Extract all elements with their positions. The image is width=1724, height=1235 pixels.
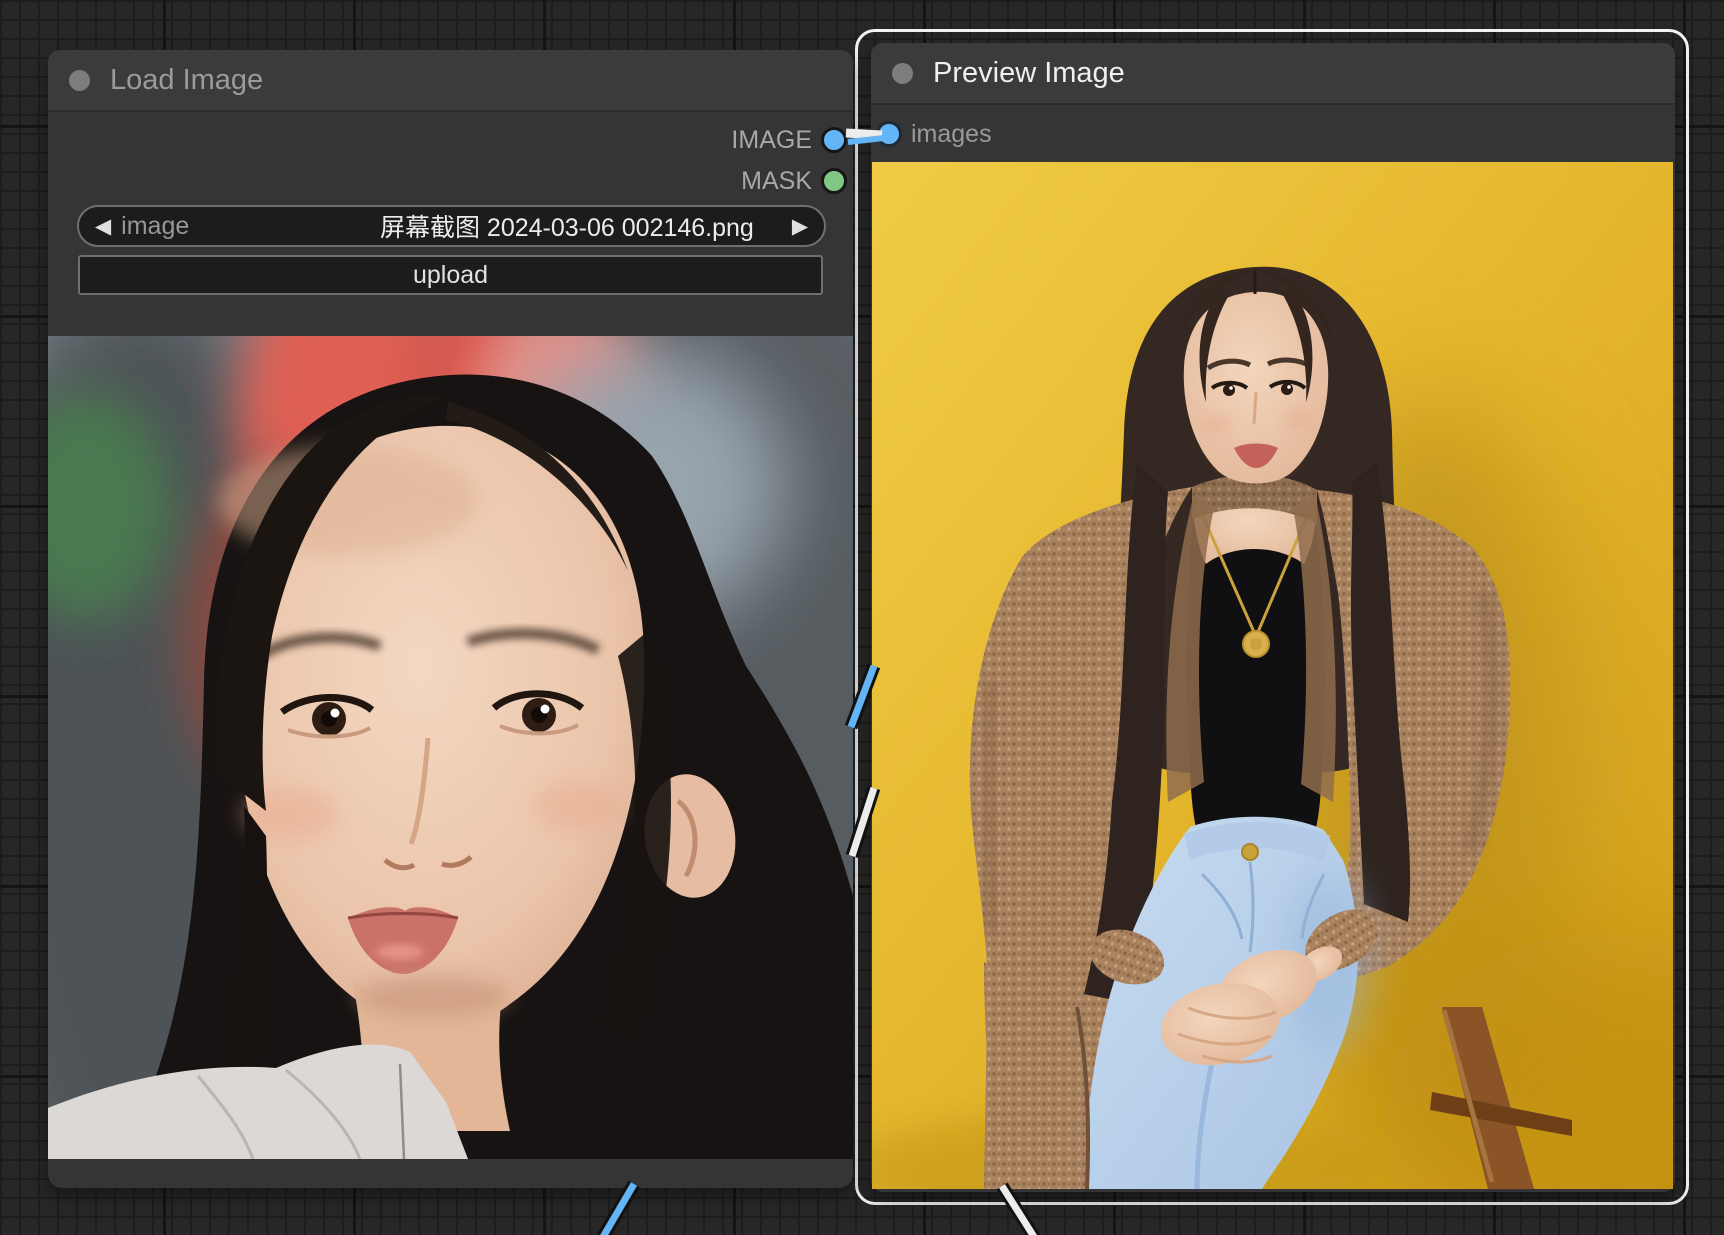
node-preview-image[interactable]: Preview Image images [871,43,1675,1192]
input-slot-images: images [876,119,992,148]
load-image-preview-photo [48,336,853,1159]
load-image-titlebar[interactable]: Load Image [48,50,853,112]
combo-prev-icon[interactable]: ◀ [95,216,111,237]
image-output-dot[interactable] [821,127,847,153]
combo-value: 屏幕截图 2024-03-06 002146.png [379,214,754,242]
image-filename-combo[interactable]: ◀ image 屏幕截图 2024-03-06 002146.png ▶ [77,205,826,247]
collapse-dot-icon[interactable] [69,70,90,91]
output-slot-mask: MASK [741,166,847,195]
node-title: Preview Image [933,57,1125,89]
preview-image-output-photo [872,162,1673,1189]
combo-label: image [121,211,190,240]
output-slot-image: IMAGE [731,125,847,154]
node-title: Load Image [110,64,264,96]
face-photo-illustration [48,336,853,1159]
upload-button[interactable]: upload [78,255,823,295]
images-input-dot[interactable] [876,121,902,147]
graph-canvas[interactable]: Load Image IMAGE MASK ◀ image 屏幕截图 2024-… [0,0,1724,1235]
input-label-images: images [911,119,992,148]
collapse-dot-icon[interactable] [892,63,913,84]
seated-woman-illustration [872,162,1673,1189]
upload-button-label: upload [412,260,489,289]
mask-output-dot[interactable] [821,168,847,194]
output-label-mask: MASK [741,166,812,195]
output-label-image: IMAGE [731,125,812,154]
preview-image-titlebar[interactable]: Preview Image [871,43,1675,105]
node-load-image[interactable]: Load Image IMAGE MASK ◀ image 屏幕截图 2024-… [48,50,853,1188]
combo-next-icon[interactable]: ▶ [792,216,808,237]
